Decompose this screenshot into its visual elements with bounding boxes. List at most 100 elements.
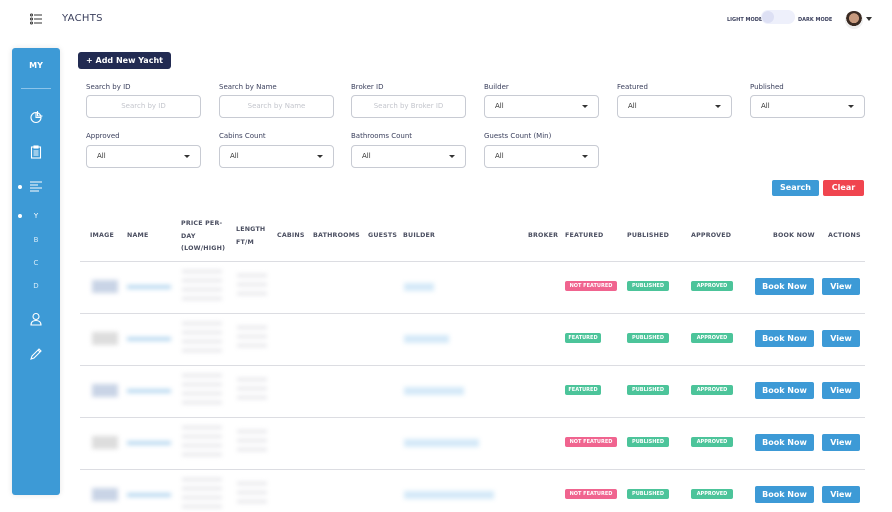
filter-label: Bathrooms Count — [351, 132, 413, 140]
published-badge: PUBLISHED — [627, 333, 669, 343]
length-cell — [237, 482, 267, 506]
price-cell — [182, 478, 222, 512]
select-value: All — [362, 152, 371, 160]
length-cell — [237, 326, 267, 350]
book-now-button[interactable]: Book Now — [755, 486, 814, 503]
clipboard-icon[interactable] — [29, 145, 43, 159]
price-cell — [182, 270, 222, 304]
column-header[interactable]: IMAGE — [90, 230, 125, 243]
sidebar-sub-c[interactable]: C — [12, 259, 60, 267]
approved-badge: APPROVED — [691, 333, 733, 343]
book-now-button[interactable]: Book Now — [755, 382, 814, 399]
builder-cell — [404, 439, 479, 447]
yacht-name-link[interactable] — [127, 285, 171, 289]
dark-mode-label: DARK MODE — [798, 17, 833, 23]
filter-select[interactable]: All — [219, 145, 334, 168]
column-header[interactable]: FEATURED — [565, 230, 620, 243]
light-mode-label: LIGHT MODE — [727, 17, 763, 23]
caret-down-icon — [715, 105, 721, 108]
sidebar-sub-y[interactable]: Y — [12, 212, 60, 220]
column-header: ACTIONS — [828, 232, 861, 239]
builder-cell — [404, 283, 434, 291]
filter-select[interactable]: All — [484, 95, 599, 118]
yacht-name-link[interactable] — [127, 389, 171, 393]
price-cell — [182, 426, 222, 460]
user-icon[interactable] — [29, 312, 43, 326]
caret-down-icon — [848, 105, 854, 108]
filter-label: Guests Count (Min) — [484, 132, 552, 140]
filter-input[interactable]: Search by Broker ID — [351, 95, 466, 118]
clear-button[interactable]: Clear — [823, 180, 864, 196]
select-value: All — [230, 152, 239, 160]
menu-list-icon[interactable] — [30, 13, 42, 25]
column-header[interactable]: NAME — [127, 230, 177, 243]
featured-badge: FEATURED — [565, 385, 601, 395]
featured-badge: NOT FEATURED — [565, 281, 617, 291]
column-header[interactable]: PRICE PER-DAY (LOW/HIGH) — [181, 218, 233, 256]
caret-down-icon — [184, 155, 190, 158]
column-header: BOOK NOW — [773, 232, 815, 239]
view-button[interactable]: View — [822, 330, 860, 347]
price-cell — [182, 322, 222, 356]
book-now-button[interactable]: Book Now — [755, 330, 814, 347]
row-divider — [80, 365, 865, 366]
yacht-name-link[interactable] — [127, 441, 171, 445]
builder-cell — [404, 335, 449, 343]
book-now-button[interactable]: Book Now — [755, 434, 814, 451]
user-avatar[interactable] — [845, 11, 863, 29]
yacht-image[interactable] — [92, 384, 118, 397]
approved-badge: APPROVED — [691, 385, 733, 395]
view-button[interactable]: View — [822, 278, 860, 295]
caret-down-icon — [582, 155, 588, 158]
view-button[interactable]: View — [822, 434, 860, 451]
select-value: All — [761, 102, 770, 110]
column-header[interactable]: PUBLISHED — [627, 230, 682, 243]
yacht-name-link[interactable] — [127, 493, 171, 497]
list-icon[interactable] — [29, 180, 43, 194]
sidebar-sub-d[interactable]: D — [12, 282, 60, 290]
builder-cell — [404, 491, 494, 499]
sidebar-sub-b[interactable]: B — [12, 236, 60, 244]
yacht-image[interactable] — [92, 436, 118, 449]
yacht-image[interactable] — [92, 280, 118, 293]
row-divider — [80, 417, 865, 418]
column-header[interactable]: BROKER — [528, 230, 560, 243]
column-header[interactable]: BATHROOMS — [313, 230, 365, 243]
approved-badge: APPROVED — [691, 281, 733, 291]
pencil-icon[interactable] — [29, 347, 43, 361]
filter-select[interactable]: All — [484, 145, 599, 168]
filter-select[interactable]: All — [86, 145, 201, 168]
chevron-down-icon[interactable] — [866, 17, 872, 21]
approved-badge: APPROVED — [691, 489, 733, 499]
column-header[interactable]: LENGTH FT/M — [236, 224, 274, 249]
length-cell — [237, 274, 267, 298]
row-divider — [80, 313, 865, 314]
filter-input[interactable]: Search by Name — [219, 95, 334, 118]
column-header[interactable]: CABINS — [277, 230, 311, 243]
yacht-image[interactable] — [92, 488, 118, 501]
published-badge: PUBLISHED — [627, 385, 669, 395]
book-now-button[interactable]: Book Now — [755, 278, 814, 295]
yacht-image[interactable] — [92, 332, 118, 345]
yacht-name-link[interactable] — [127, 337, 171, 341]
filter-select[interactable]: All — [750, 95, 865, 118]
column-header[interactable]: BUILDER — [403, 230, 463, 243]
pie-chart-icon[interactable] — [29, 110, 43, 124]
filter-select[interactable]: All — [617, 95, 732, 118]
featured-badge: NOT FEATURED — [565, 437, 617, 447]
view-button[interactable]: View — [822, 382, 860, 399]
search-button[interactable]: Search — [772, 180, 819, 196]
theme-toggle[interactable] — [761, 10, 795, 24]
filter-select[interactable]: All — [351, 145, 466, 168]
caret-down-icon — [582, 105, 588, 108]
column-header[interactable]: GUESTS — [368, 230, 398, 243]
length-cell — [237, 378, 267, 402]
add-new-yacht-button[interactable]: + Add New Yacht — [78, 52, 171, 69]
select-value: All — [495, 102, 504, 110]
select-value: All — [97, 152, 106, 160]
filter-label: Broker ID — [351, 83, 384, 91]
filter-input[interactable]: Search by ID — [86, 95, 201, 118]
column-header[interactable]: APPROVED — [691, 230, 746, 243]
sidebar-divider — [21, 88, 51, 89]
view-button[interactable]: View — [822, 486, 860, 503]
